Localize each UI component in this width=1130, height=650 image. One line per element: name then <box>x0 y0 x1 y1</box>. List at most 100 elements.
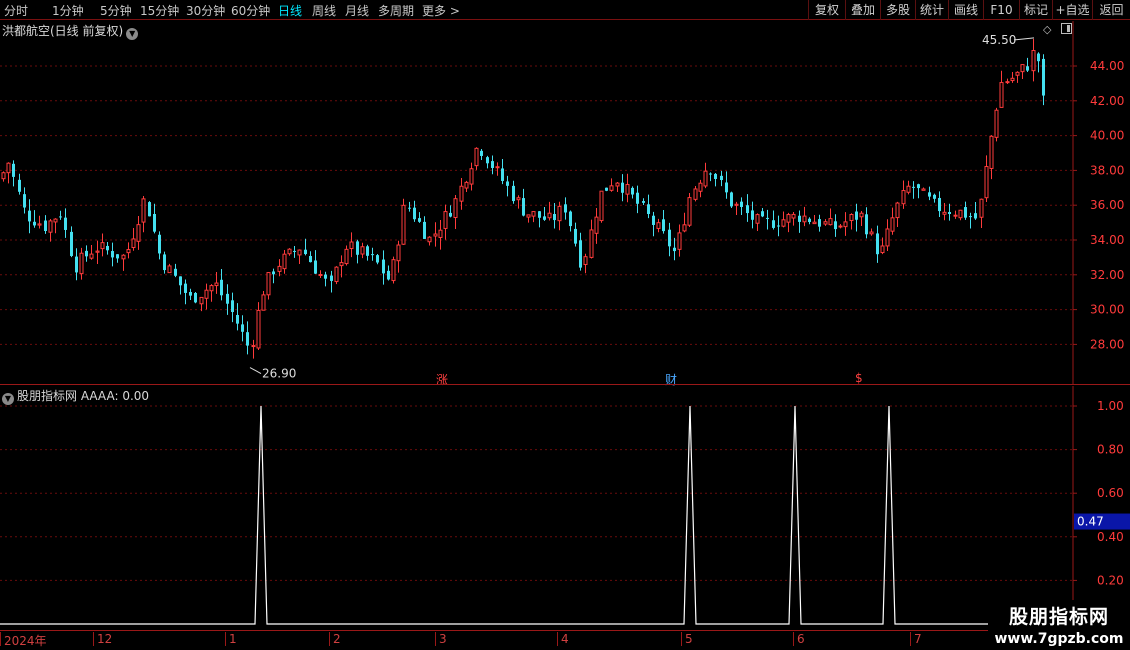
candle-body <box>859 212 864 218</box>
candle-body <box>855 211 858 220</box>
period-tab-1min[interactable]: 1分钟 <box>52 2 84 19</box>
adjust-button[interactable]: 复权 <box>808 0 845 20</box>
period-tab-60min[interactable]: 60分钟 <box>231 2 270 19</box>
period-tab-monthly[interactable]: 月线 <box>345 2 369 19</box>
candle-body <box>464 181 469 189</box>
candle-body <box>668 229 671 247</box>
candle-body <box>79 252 84 275</box>
indicator-chart[interactable]: 1.00 0.80 0.60 0.40 0.20 0.47 <box>0 386 1130 630</box>
date-tick: 2024年 <box>0 632 47 648</box>
candle-body <box>589 229 594 258</box>
candle-body <box>818 219 821 227</box>
candle-body <box>199 296 204 305</box>
panel-toggle-icon[interactable] <box>1061 23 1072 34</box>
candle-body <box>605 187 608 191</box>
candle-body <box>761 211 764 217</box>
add-watchlist-button[interactable]: +自选 <box>1052 0 1092 20</box>
candle-body <box>1026 66 1029 71</box>
overlay-button[interactable]: 叠加 <box>845 0 880 20</box>
candle-body <box>33 221 36 226</box>
date-tick: 1 <box>225 632 237 646</box>
candle-body <box>906 185 911 193</box>
candle-body <box>625 184 630 195</box>
candle-body <box>459 185 464 202</box>
dividend-marker[interactable]: $ <box>855 371 863 385</box>
candle-body <box>557 205 562 222</box>
period-tab-weekly[interactable]: 周线 <box>312 2 336 19</box>
mark-button[interactable]: 标记 <box>1019 0 1052 20</box>
candle-body <box>334 266 339 283</box>
back-button[interactable]: 返回 <box>1092 0 1130 20</box>
candle-body <box>885 228 890 247</box>
candle-body <box>974 213 977 219</box>
candle-body <box>48 220 53 233</box>
chevron-down-icon[interactable]: ▼ <box>2 393 14 405</box>
candle-body <box>246 332 249 346</box>
period-tab-daily[interactable]: 日线 <box>278 2 302 19</box>
candle-body <box>453 198 458 218</box>
period-tab-30min[interactable]: 30分钟 <box>186 2 225 19</box>
candle-body <box>282 253 287 270</box>
candle-body <box>189 291 192 296</box>
chevron-down-icon[interactable]: ▼ <box>126 28 139 40</box>
candle-body <box>928 192 931 197</box>
candle-body <box>53 218 58 223</box>
date-tick: 5 <box>681 632 693 646</box>
candle-body <box>838 225 843 228</box>
period-tab-minute-chart[interactable]: 分时 <box>4 2 28 19</box>
candle-body <box>673 247 676 252</box>
candle-body <box>642 201 645 203</box>
candle-body <box>401 204 406 245</box>
date-tick: 12 <box>92 632 113 646</box>
candle-body <box>131 238 136 249</box>
candlestick-chart[interactable]: 44.00 42.00 40.00 38.00 36.00 34.00 32.00 30.00… <box>0 21 1130 385</box>
candle-body <box>6 162 11 174</box>
period-toolbar: 分时 1分钟 5分钟 15分钟 30分钟 60分钟 日线 周线 月线 多周期 更… <box>0 0 1130 20</box>
price-axis-label: 42.00 <box>1090 94 1124 108</box>
candle-body <box>376 255 379 263</box>
candle-body <box>964 207 967 218</box>
diamond-icon[interactable]: ◇ <box>1043 23 1051 36</box>
multi-stock-button[interactable]: 多股 <box>880 0 915 20</box>
candle-body <box>408 207 411 209</box>
f10-button[interactable]: F10 <box>983 0 1019 20</box>
draw-line-button[interactable]: 画线 <box>948 0 983 20</box>
candle-body <box>786 214 791 223</box>
candle-body <box>209 285 214 292</box>
candle-body <box>356 241 359 255</box>
candle-body <box>330 275 333 281</box>
candle-body <box>501 168 504 181</box>
candle-body <box>111 251 114 258</box>
candle-body <box>70 231 73 256</box>
candle-body <box>136 224 141 242</box>
candle-body <box>895 202 900 219</box>
statistics-button[interactable]: 统计 <box>915 0 948 20</box>
period-tab-multi[interactable]: 多周期 <box>378 2 414 19</box>
candle-body <box>693 188 698 200</box>
candle-body <box>486 157 489 164</box>
period-tab-more[interactable]: 更多 > <box>422 2 460 19</box>
candle-body <box>553 214 556 221</box>
candle-body <box>698 182 703 192</box>
candle-body <box>999 82 1004 108</box>
candle-body <box>808 218 811 223</box>
candle-body <box>116 254 119 259</box>
candle-body <box>969 216 972 218</box>
candle-body <box>148 202 151 217</box>
candle-body <box>194 292 197 303</box>
candle-body <box>413 207 416 220</box>
candle-body <box>880 245 885 254</box>
candle-body <box>28 210 31 222</box>
candle-body <box>791 213 796 219</box>
candle-body <box>236 314 239 324</box>
period-tab-15min[interactable]: 15分钟 <box>140 2 179 19</box>
candle-body <box>391 259 396 282</box>
candle-body <box>687 197 692 226</box>
candle-body <box>293 250 296 252</box>
date-tick: 6 <box>793 632 805 646</box>
candle-body <box>621 182 624 193</box>
watermark-url: www.7gpzb.com <box>994 631 1124 647</box>
date-tick: 2 <box>329 632 341 646</box>
period-tab-5min[interactable]: 5分钟 <box>100 2 132 19</box>
candle-body <box>272 271 275 275</box>
